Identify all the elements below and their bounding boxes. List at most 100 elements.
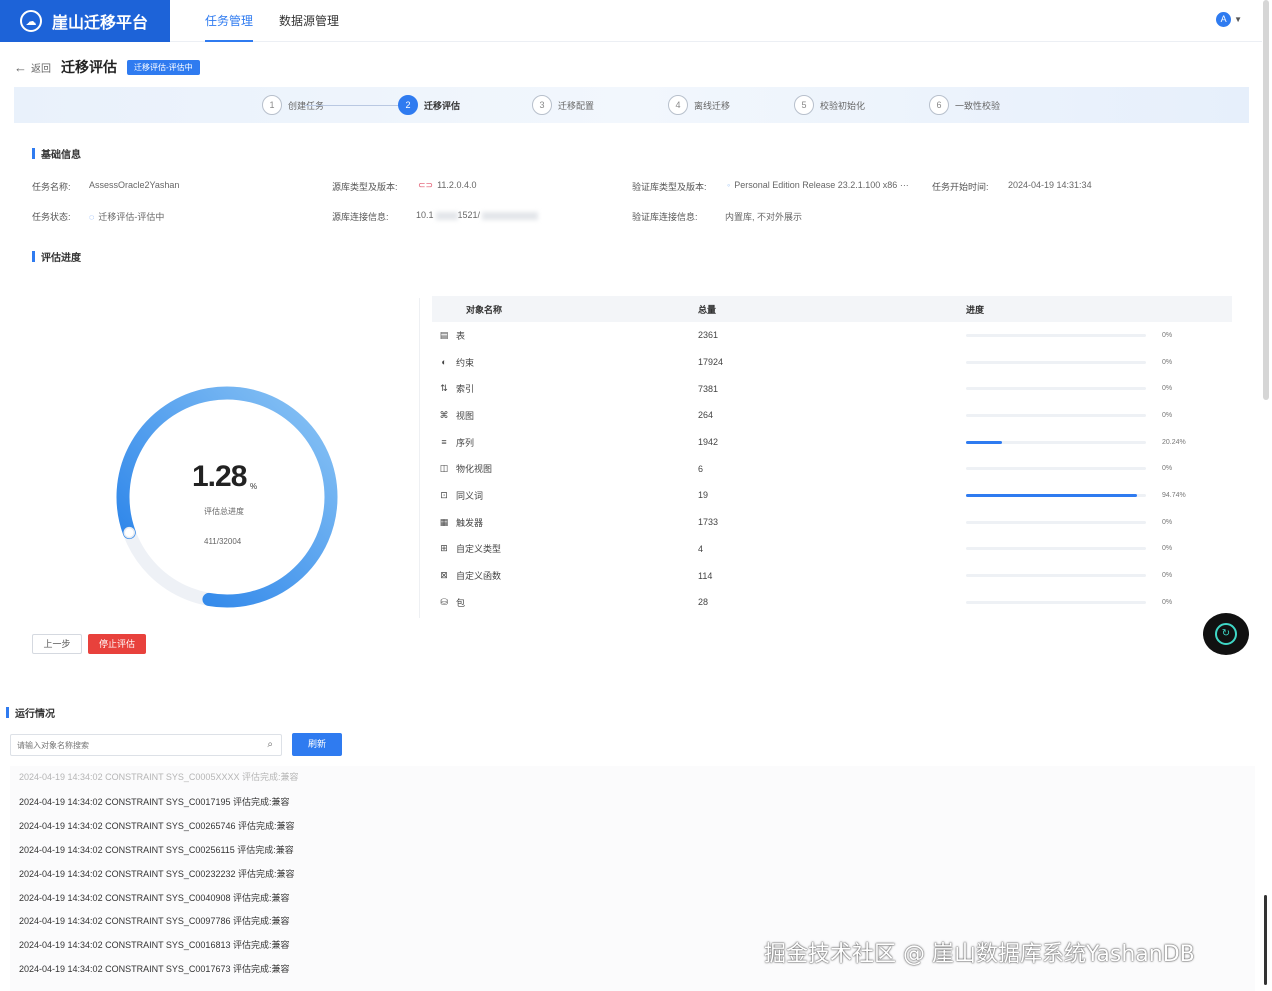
table-row: ◐ 约束 17924 0%	[432, 349, 1232, 376]
progress-percent: 20.24%	[1162, 438, 1186, 446]
status-badge: 迁移评估-评估中	[127, 59, 200, 75]
assistant-float-button[interactable]: ↻	[1203, 613, 1249, 655]
step-label: 一致性校验	[955, 100, 1001, 111]
table-row: ▦ 触发器 1733 0%	[432, 509, 1232, 536]
progress-percent: 0%	[1162, 331, 1173, 339]
progress-percent: 0%	[1162, 358, 1173, 366]
object-name: 触发器	[456, 517, 484, 528]
task-name-label: 任务名称:	[32, 182, 71, 192]
progress-percent: 0%	[1162, 545, 1173, 553]
object-name: 同义词	[456, 490, 484, 501]
target-version-value: ◦ Personal Edition Release 23.2.1.100 x86…	[727, 180, 909, 190]
page-scrollbar[interactable]	[1263, 0, 1269, 400]
object-name: 物化视图	[456, 464, 493, 475]
col-total: 总量	[698, 304, 717, 315]
progress-percent: 0%	[1162, 385, 1173, 393]
object-name: 自定义函数	[456, 571, 502, 582]
table-row: ▤ 表 2361 0%	[432, 322, 1232, 349]
object-total: 1733	[698, 517, 719, 528]
progress-bar	[966, 440, 1146, 444]
object-name: 包	[456, 597, 466, 608]
table-header: 对象名称 总量 进度	[432, 296, 1232, 322]
step-label: 迁移评估	[424, 100, 461, 111]
progress-unit: %	[250, 482, 258, 491]
refresh-button[interactable]: 刷新	[292, 733, 342, 756]
progress-bar	[966, 520, 1146, 524]
user-menu[interactable]: A ▼	[1216, 12, 1242, 27]
back-link[interactable]: ← 返回	[14, 60, 51, 75]
index-icon: ⇅	[440, 383, 448, 394]
log-search-input[interactable]	[11, 735, 251, 755]
log-scrollbar[interactable]	[1264, 895, 1267, 985]
progress-count: 411/32004	[204, 537, 242, 546]
view-icon: ⌘	[439, 409, 449, 420]
cloud-logo-icon: ☁	[20, 10, 42, 32]
progress-bar	[966, 493, 1146, 497]
progress-bar	[966, 467, 1146, 471]
log-line: 2024-04-19 14:34:02 CONSTRAINT SYS_C0040…	[19, 893, 290, 903]
progress-gauge	[116, 386, 338, 608]
gauge-knob	[123, 526, 136, 539]
progress-percent: 0%	[1162, 572, 1173, 580]
basic-info-heading: 基础信息	[32, 146, 81, 161]
target-type-label: 验证库类型及版本:	[632, 182, 707, 192]
log-line: 2024-04-19 14:34:02 CONSTRAINT SYS_C0026…	[19, 821, 295, 831]
table-row: ◫ 物化视图 6 0%	[432, 455, 1232, 482]
stop-assessment-button[interactable]: 停止评估	[88, 634, 146, 654]
object-total: 114	[698, 570, 713, 581]
arrow-left-icon: ←	[14, 59, 27, 75]
yashan-db-icon: ◦	[727, 180, 731, 190]
brand-name: 崖山迁移平台	[52, 15, 149, 32]
object-total: 6	[698, 463, 704, 474]
custom-function-icon: ⊠	[440, 570, 448, 581]
step-4: 4 离线迁移	[668, 95, 730, 115]
progress-percent: 0%	[1162, 518, 1173, 526]
col-progress: 进度	[966, 304, 985, 315]
col-object-name: 对象名称	[466, 304, 503, 315]
progress-bar	[966, 413, 1146, 417]
table-row: ⊡ 同义词 19 94.74%	[432, 482, 1232, 509]
source-type-label: 源库类型及版本:	[332, 182, 398, 192]
step-bar: 1 创建任务 2 迁移评估 3 迁移配置 4 离线迁移 5 校验初始化 6 一致…	[14, 87, 1249, 123]
source-version-value: ⊂⊃ 11.2.0.4.0	[418, 180, 477, 190]
step-3: 3 迁移配置	[532, 95, 594, 115]
progress-bar	[966, 333, 1146, 337]
step-number: 4	[668, 95, 688, 115]
progress-bar	[966, 387, 1146, 391]
progress-percent: 0%	[1162, 411, 1173, 419]
table-row: ⊠ 自定义函数 114 0%	[432, 562, 1232, 589]
sequence-icon: ≡	[441, 437, 447, 448]
step-connector	[304, 105, 402, 106]
chevron-down-icon: ▼	[1234, 15, 1242, 24]
step-6: 6 一致性校验	[929, 95, 1000, 115]
step-number: 5	[794, 95, 814, 115]
object-name: 表	[456, 330, 466, 341]
nav-datasource-management[interactable]: 数据源管理	[279, 0, 339, 42]
log-search: ⌕	[10, 734, 282, 756]
prev-step-button[interactable]: 上一步	[32, 634, 82, 654]
task-status-value: ◌ 迁移评估-评估中	[89, 212, 165, 222]
nav-task-management[interactable]: 任务管理	[205, 0, 254, 42]
object-name: 自定义类型	[456, 544, 502, 555]
object-total: 4	[698, 543, 704, 554]
log-line: 2024-04-19 14:34:02 CONSTRAINT SYS_C0016…	[19, 940, 290, 950]
target-conn-value: 内置库, 不对外展示	[725, 212, 803, 222]
step-label: 离线迁移	[694, 100, 731, 111]
custom-type-icon: ⊞	[440, 543, 448, 554]
table-row: ⛁ 包 28 0%	[432, 589, 1232, 616]
progress-percent: 0%	[1162, 598, 1173, 606]
log-line: 2024-04-19 14:34:02 CONSTRAINT SYS_C0097…	[19, 916, 290, 926]
progress-bar	[966, 547, 1146, 551]
step-5: 5 校验初始化	[794, 95, 865, 115]
progress-bar-fill	[966, 440, 1003, 444]
table-icon: ▤	[439, 329, 449, 340]
search-icon[interactable]: ⌕	[267, 739, 273, 750]
log-line: 2024-04-19 14:34:02 CONSTRAINT SYS_C0017…	[19, 964, 290, 974]
page-header: ← 返回 迁移评估 迁移评估-评估中	[14, 57, 200, 77]
step-number: 1	[262, 95, 282, 115]
progress-bar	[966, 574, 1146, 578]
constraint-icon: ◐	[441, 357, 447, 368]
brand[interactable]: ☁ 崖山迁移平台	[0, 0, 170, 42]
object-total: 1942	[698, 437, 719, 448]
mview-icon: ◫	[439, 463, 449, 474]
